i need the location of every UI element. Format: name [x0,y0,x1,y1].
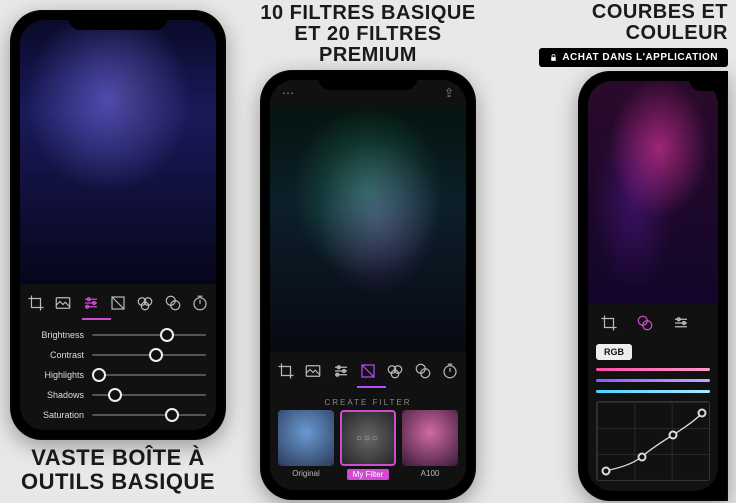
slider-row: Saturation [30,410,206,420]
badge-text: Achat dans l'application [562,52,718,63]
edited-photo[interactable] [20,20,216,284]
image-icon[interactable] [302,360,324,382]
active-tool-underline [278,386,458,388]
slider-label: Shadows [30,390,84,400]
slider-thumb[interactable] [160,328,174,342]
phone-frame: Brightness Contrast Highlights Shadows S… [10,10,226,440]
headline-line: Vaste boîte à [31,445,205,470]
curve-point[interactable] [669,430,678,439]
timer-icon[interactable] [439,360,461,382]
share-icon[interactable]: ⇪ [444,86,454,100]
curve-point[interactable] [698,408,707,417]
app-screen: ⋯ ⇪ CREATE FILTER Original [270,80,466,490]
edited-photo[interactable] [588,81,718,304]
filter-my-filter[interactable]: My Filter [340,410,396,480]
shadows-slider[interactable] [92,394,206,396]
panel-headline: Vaste boîte à outils basique [21,446,215,492]
active-tool-underline [28,318,208,320]
curve-line [597,402,709,480]
slider-thumb[interactable] [92,368,106,382]
filter-thumbnail [340,410,396,466]
slider-row: Highlights [30,370,206,380]
sliders-icon[interactable] [330,360,352,382]
adjustment-sliders: Brightness Contrast Highlights Shadows S… [20,326,216,430]
filter-a100[interactable]: A100 [402,410,458,480]
sliders-icon[interactable] [80,292,102,314]
hue-bar[interactable] [596,368,710,371]
filter-thumbnail [402,410,458,466]
tool-toolbar [20,284,216,318]
hue-bar[interactable] [596,390,710,393]
image-icon[interactable] [52,292,74,314]
phone-frame: ⋯ ⇪ CREATE FILTER Original [260,70,476,500]
panel-headline: 10 filtres basique et 20 filtres premium [253,3,483,66]
levels-icon[interactable] [384,360,406,382]
channel-selector[interactable]: RGB [596,344,632,360]
filter-caption: My Filter [347,469,390,480]
tone-curve[interactable] [596,401,710,481]
contrast-slider[interactable] [92,354,206,356]
crop-icon[interactable] [25,292,47,314]
iap-badge: Achat dans l'application [539,48,728,67]
curve-point[interactable] [637,452,646,461]
filter-caption: Original [292,469,320,478]
slider-row: Shadows [30,390,206,400]
slider-row: Contrast [30,350,206,360]
filter-caption: A100 [421,469,440,478]
filter-strip[interactable]: Original My Filter A100 [270,410,466,490]
crop-icon[interactable] [598,312,620,334]
tool-toolbar [588,304,718,338]
phone-frame: RGB [578,71,728,501]
slider-label: Brightness [30,330,84,340]
app-topbar: ⋯ ⇪ [270,80,466,106]
highlights-slider[interactable] [92,374,206,376]
brightness-slider[interactable] [92,334,206,336]
curves-icon[interactable] [412,360,434,382]
slider-label: Contrast [30,350,84,360]
curves-icon[interactable] [162,292,184,314]
saturation-slider[interactable] [92,414,206,416]
slider-label: Saturation [30,410,84,420]
slider-thumb[interactable] [108,388,122,402]
slider-thumb[interactable] [165,408,179,422]
filter-strip-header: CREATE FILTER [270,394,466,410]
sliders-icon[interactable] [670,312,692,334]
curves-icon[interactable] [634,312,656,334]
curves-panel: RGB [588,338,718,491]
headline-line: et 20 filtres premium [294,23,441,66]
filter-original[interactable]: Original [278,410,334,480]
crop-icon[interactable] [275,360,297,382]
filter-thumbnail [278,410,334,466]
slider-label: Highlights [30,370,84,380]
tool-toolbar [270,352,466,386]
app-screen: Brightness Contrast Highlights Shadows S… [20,20,216,430]
timer-icon[interactable] [189,292,211,314]
filter-icon[interactable] [357,360,379,382]
edited-photo[interactable] [270,106,466,352]
hue-bar[interactable] [596,379,710,382]
lock-icon [549,53,558,62]
app-screen: RGB [588,81,718,491]
levels-icon[interactable] [134,292,156,314]
filter-icon[interactable] [107,292,129,314]
headline-line: outils basique [21,469,215,494]
curve-point[interactable] [601,466,610,475]
hue-bars [596,368,710,393]
slider-thumb[interactable] [149,348,163,362]
promo-panel-curves: Courbes et couleur Achat dans l'applicat… [508,2,728,501]
slider-row: Brightness [30,330,206,340]
promo-panel-filters: 10 filtres basique et 20 filtres premium… [253,3,483,500]
more-icon[interactable]: ⋯ [282,86,294,100]
headline-line: 10 filtres basique [260,2,475,24]
panel-headline: Courbes et couleur [508,2,728,44]
promo-panel-basic-tools: Brightness Contrast Highlights Shadows S… [8,10,228,492]
